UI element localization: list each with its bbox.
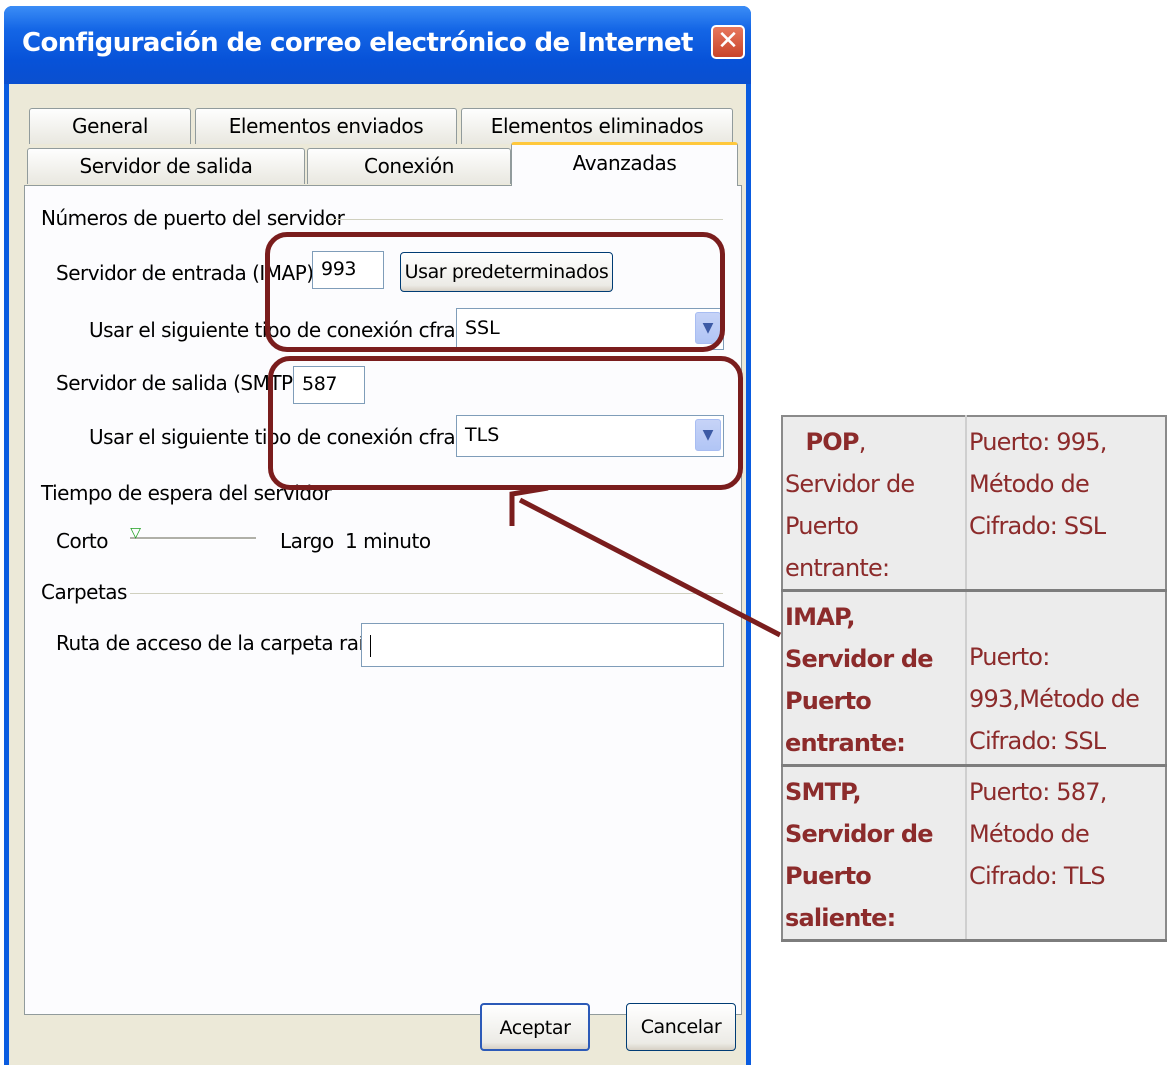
- timeout-long-label: Largo: [280, 529, 334, 553]
- close-button[interactable]: ✕: [711, 25, 745, 59]
- root-folder-label: Ruta de acceso de la carpeta raíz:: [56, 631, 380, 655]
- timeout-slider[interactable]: [130, 537, 256, 540]
- protocol-cell: SMTP, Servidor de Puerto saliente:: [782, 765, 967, 942]
- table-row: POP, Servidor de Puerto entrante: Puerto…: [782, 416, 1166, 592]
- folders-group-label: Carpetas: [41, 580, 127, 604]
- timeout-value: 1 minuto: [345, 529, 431, 553]
- tab-connection[interactable]: Conexión: [307, 148, 511, 184]
- tab-general[interactable]: General: [29, 108, 191, 144]
- arrow-shaft: [518, 497, 782, 638]
- detail-cell: Puerto: 995, Método de Cifrado: SSL: [966, 416, 1166, 592]
- window-title: Configuración de correo electrónico de I…: [22, 28, 693, 58]
- close-icon: ✕: [717, 26, 739, 56]
- protocol-name: POP: [805, 428, 860, 456]
- text-cursor: [370, 634, 371, 657]
- table-row: IMAP, Servidor de Puerto entrante: Puert…: [782, 590, 1166, 767]
- incoming-settings-highlight: [265, 232, 725, 352]
- cancel-button[interactable]: Cancelar: [626, 1003, 736, 1051]
- table-row: SMTP, Servidor de Puerto saliente: Puert…: [782, 765, 1166, 942]
- callout-arrow: [509, 485, 782, 638]
- detail-cell: Puerto: 587, Método de Cifrado: TLS: [966, 765, 1166, 942]
- tab-advanced[interactable]: Avanzadas: [511, 142, 738, 186]
- tab-sent-items[interactable]: Elementos enviados: [195, 108, 457, 144]
- tab-outgoing-server[interactable]: Servidor de salida: [27, 148, 305, 184]
- protocol-cell: POP, Servidor de Puerto entrante:: [782, 416, 967, 592]
- title-bar[interactable]: Configuración de correo electrónico de I…: [4, 6, 751, 84]
- protocol-cell: IMAP, Servidor de Puerto entrante:: [782, 590, 967, 767]
- detail-cell: Puerto: 993,Método de Cifrado: SSL: [966, 590, 1166, 767]
- protocol-name: SMTP, Servidor de Puerto saliente:: [785, 778, 934, 932]
- protocol-name: IMAP, Servidor de Puerto entrante:: [785, 603, 934, 757]
- ok-button[interactable]: Aceptar: [480, 1003, 590, 1051]
- group-divider: [328, 219, 723, 220]
- slider-thumb-icon[interactable]: ▽: [130, 525, 141, 541]
- timeout-short-label: Corto: [56, 529, 109, 553]
- ports-group-label: Números de puerto del servidor: [41, 206, 345, 230]
- port-info-table: POP, Servidor de Puerto entrante: Puerto…: [781, 415, 1167, 942]
- outgoing-settings-highlight: [268, 356, 743, 490]
- tab-deleted-items[interactable]: Elementos eliminados: [461, 108, 733, 144]
